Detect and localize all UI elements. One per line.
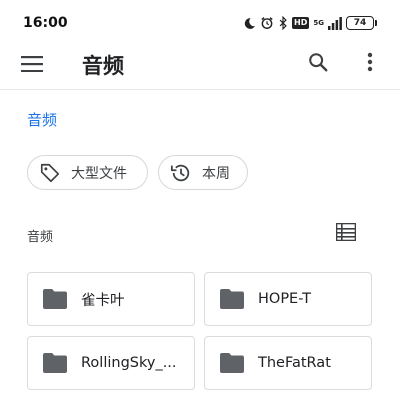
filter-chip-large-files[interactable]: 大型文件 (27, 155, 148, 190)
folder-name: TheFatRat (258, 355, 331, 371)
bluetooth-icon (278, 16, 288, 30)
list-view-button[interactable] (333, 222, 359, 246)
folder-item[interactable]: RollingSky_... (27, 336, 195, 390)
status-icons: HD 5G 74 (243, 14, 377, 32)
battery-level: 74 (353, 18, 367, 28)
network-type: 5G (313, 18, 324, 27)
status-bar: 16:00 HD 5G 74 (0, 0, 400, 44)
tag-icon (38, 161, 62, 185)
history-icon (169, 161, 193, 185)
alarm-icon (260, 16, 274, 30)
menu-button[interactable] (18, 54, 46, 78)
list-view-icon (335, 222, 357, 245)
moon-icon (243, 17, 256, 30)
network-label: 5G (313, 18, 324, 27)
folder-item[interactable]: HOPE-T (204, 272, 372, 326)
filter-chip-label: 本周 (202, 165, 230, 182)
more-vert-icon (367, 52, 373, 76)
status-time: 16:00 (23, 15, 68, 31)
more-options-button[interactable] (357, 49, 383, 79)
folder-icon (220, 353, 244, 373)
battery-icon: 74 (346, 16, 377, 30)
search-icon (307, 51, 329, 77)
folder-name: 雀卡叶 (81, 292, 125, 309)
search-button[interactable] (303, 49, 333, 79)
section-title: 音频 (27, 230, 54, 245)
menu-icon (21, 56, 43, 76)
folder-item[interactable]: TheFatRat (204, 336, 372, 390)
app-bar: 音频 (0, 44, 400, 90)
folder-item[interactable]: 雀卡叶 (27, 272, 195, 326)
filter-chip-label: 大型文件 (71, 165, 127, 182)
folder-icon (220, 289, 244, 309)
folder-name: HOPE-T (258, 291, 311, 307)
breadcrumb-current[interactable]: 音频 (27, 109, 57, 130)
hd-icon: HD (292, 17, 310, 29)
folder-name: RollingSky_... (81, 355, 177, 371)
signal-icon (328, 16, 342, 30)
filter-chip-this-week[interactable]: 本周 (158, 155, 248, 190)
folder-icon (43, 353, 67, 373)
folder-icon (43, 289, 67, 309)
page-title: 音频 (82, 54, 124, 78)
